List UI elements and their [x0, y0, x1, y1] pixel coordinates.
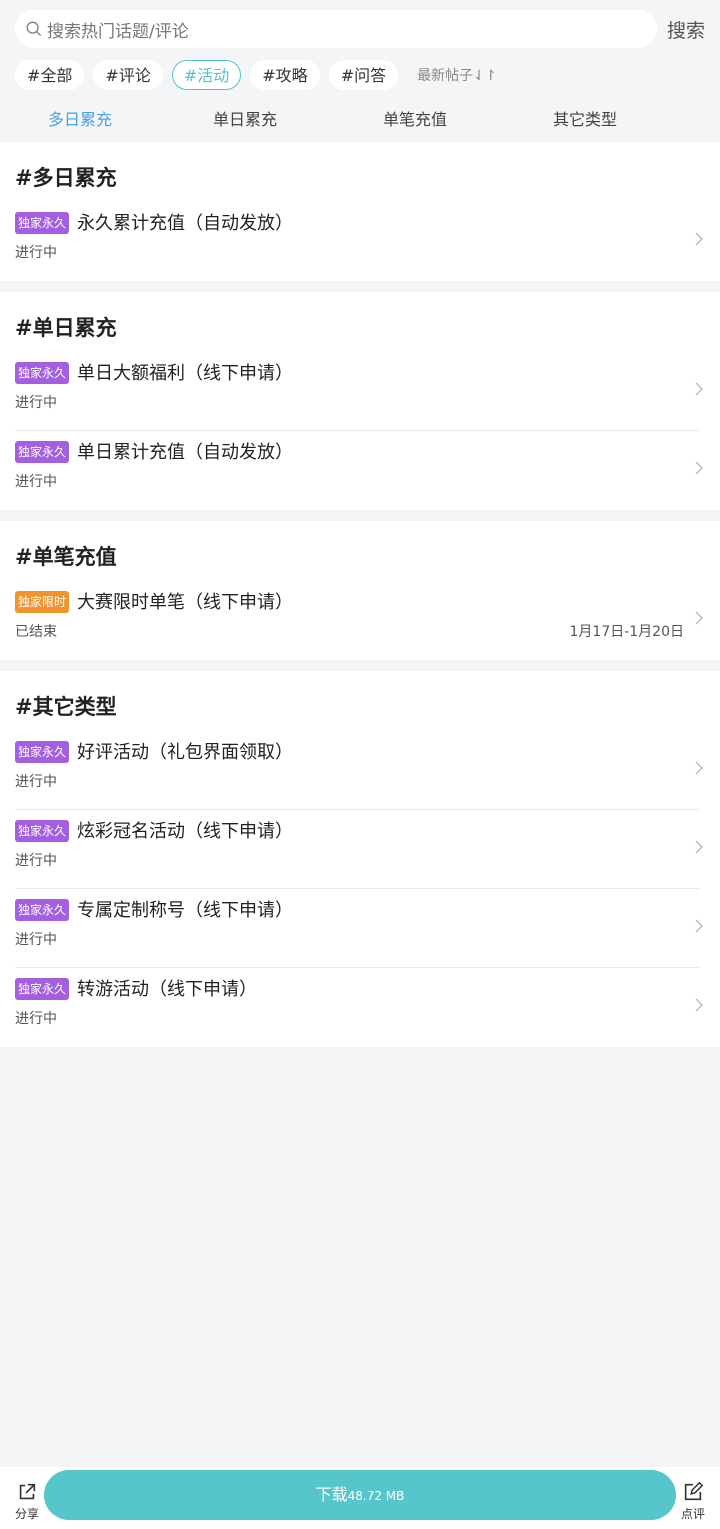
chevron-right-icon: [695, 761, 704, 775]
share-label: 分享: [14, 1507, 39, 1521]
topic-chips: #全部 #评论 #活动 #攻略 #问答 最新帖子⇃↾: [15, 59, 497, 91]
download-button[interactable]: 下载48.72 MB: [44, 1470, 676, 1520]
search-placeholder: 搜索热门话题/评论: [47, 21, 189, 42]
section-card: #单日累充 独家永久 单日大额福利（线下申请） 进行中 独家永久 单日累计充值（自动发放）…: [0, 292, 720, 510]
activity-date: 1月17日-1月20日: [569, 624, 685, 640]
chevron-right-icon: [695, 232, 704, 246]
section-title: #单日累充: [15, 316, 117, 340]
review-button[interactable]: 点评: [673, 1481, 713, 1522]
review-label: 点评: [680, 1507, 705, 1521]
activity-name: 单日大额福利（线下申请）: [77, 363, 293, 384]
search-icon: [26, 21, 42, 37]
download-label: 下载: [315, 1485, 348, 1504]
activity-status: 进行中: [15, 853, 57, 869]
activity-name: 单日累计充值（自动发放）: [77, 442, 293, 463]
activity-item[interactable]: 独家限时 大赛限时单笔（线下申请） 已结束 1月17日-1月20日: [0, 581, 720, 660]
activity-item[interactable]: 独家永久 转游活动（线下申请） 进行中: [0, 968, 720, 1047]
section-card: #其它类型 独家永久 好评活动（礼包界面领取） 进行中 独家永久 炫彩冠名活动（线下申请）…: [0, 671, 720, 1047]
activity-item[interactable]: 独家永久 专属定制称号（线下申请） 进行中: [0, 889, 720, 968]
download-size: 48.72 MB: [347, 1489, 405, 1503]
activity-tag: 独家永久: [15, 212, 70, 234]
category-tabs: 多日累充 单日累充 单笔充值 其它类型: [0, 98, 720, 142]
activity-name: 炫彩冠名活动（线下申请）: [77, 821, 293, 842]
sort-toggle[interactable]: 最新帖子⇃↾: [417, 65, 496, 85]
chevron-right-icon: [695, 919, 704, 933]
activity-tag: 独家永久: [15, 820, 70, 842]
bottom-bar: 分享 下载48.72 MB 点评: [0, 1467, 720, 1529]
section-title: #单笔充值: [15, 545, 117, 569]
share-button[interactable]: 分享: [7, 1481, 47, 1522]
chevron-right-icon: [695, 382, 704, 396]
activity-status: 进行中: [15, 774, 57, 790]
activity-tag: 独家永久: [15, 441, 70, 463]
activity-status: 进行中: [15, 474, 57, 490]
section-title: #多日累充: [15, 166, 117, 190]
activity-item[interactable]: 独家永久 炫彩冠名活动（线下申请） 进行中: [0, 810, 720, 889]
activity-status: 已结束: [15, 624, 57, 640]
activity-status: 进行中: [15, 395, 57, 411]
activity-item[interactable]: 独家永久 单日累计充值（自动发放） 进行中: [0, 431, 720, 510]
activity-tag: 独家限时: [15, 591, 70, 613]
search-row: 搜索热门话题/评论 搜索: [0, 0, 720, 58]
category-tab[interactable]: 单笔充值: [330, 98, 500, 142]
chevron-right-icon: [695, 840, 704, 854]
chevron-right-icon: [695, 461, 704, 475]
activity-tag: 独家永久: [15, 741, 70, 763]
activity-name: 永久累计充值（自动发放）: [77, 213, 293, 234]
topic-chip[interactable]: #攻略: [250, 60, 320, 90]
search-input[interactable]: 搜索热门话题/评论: [15, 10, 657, 48]
activity-item[interactable]: 独家永久 单日大额福利（线下申请） 进行中: [0, 352, 720, 431]
topic-chip[interactable]: #问答: [328, 60, 399, 90]
activity-name: 大赛限时单笔（线下申请）: [77, 592, 293, 613]
activity-tag: 独家永久: [15, 362, 70, 384]
activity-item[interactable]: 独家永久 好评活动（礼包界面领取） 进行中: [0, 731, 720, 810]
category-tab[interactable]: 多日累充: [0, 98, 160, 142]
section-card: #多日累充独家永久 永久累计充值（自动发放） 进行中: [0, 142, 720, 281]
chevron-right-icon: [695, 611, 704, 625]
activity-tag: 独家永久: [15, 899, 70, 921]
topic-chip[interactable]: #评论: [93, 60, 163, 90]
topic-chip[interactable]: #活动: [171, 60, 242, 90]
activity-item[interactable]: 独家永久 永久累计充值（自动发放） 进行中: [0, 202, 720, 281]
activity-status: 进行中: [15, 1011, 57, 1027]
activity-status: 进行中: [15, 932, 57, 948]
category-tab[interactable]: 其它类型: [500, 98, 670, 142]
search-button[interactable]: 搜索: [667, 16, 705, 43]
activity-name: 转游活动（线下申请）: [77, 979, 257, 1000]
share-icon: [19, 1483, 36, 1500]
activity-tag: 独家永久: [15, 978, 70, 1000]
activity-name: 好评活动（礼包界面领取）: [77, 742, 293, 763]
activity-name: 专属定制称号（线下申请）: [77, 900, 293, 921]
chevron-right-icon: [695, 998, 704, 1012]
section-title: #其它类型: [15, 695, 117, 719]
activity-status: 进行中: [15, 245, 57, 261]
edit-icon: [684, 1481, 704, 1501]
topic-chip[interactable]: #全部: [15, 60, 85, 90]
category-tab[interactable]: 单日累充: [160, 98, 330, 142]
section-card: #单笔充值独家限时 大赛限时单笔（线下申请） 已结束 1月17日-1月20日: [0, 521, 720, 660]
